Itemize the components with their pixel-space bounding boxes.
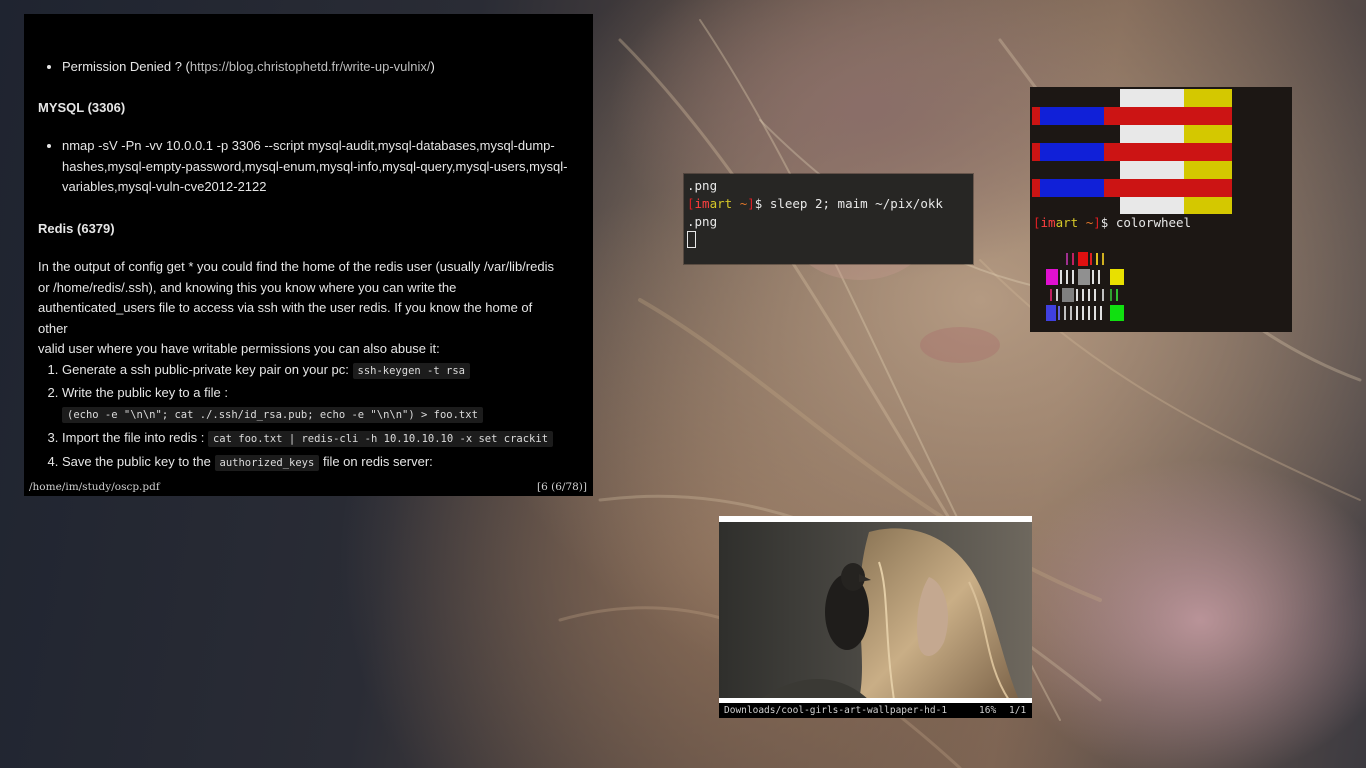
- terminal-window-2[interactable]: [imart ~]$ colorwheel: [1030, 87, 1292, 332]
- prompt-dir: ~: [732, 196, 748, 211]
- step-2-code: (echo -e "\n\n"; cat ./.ssh/id_rsa.pub; …: [62, 407, 483, 423]
- permission-text: Permission Denied ? (: [62, 59, 190, 74]
- step-4-code: authorized_keys: [214, 455, 320, 471]
- mysql-line-2: hashes,mysql-empty-password,mysql-enum,m…: [62, 158, 568, 174]
- step-1-text: Generate a ssh public-private key pair o…: [62, 362, 349, 377]
- file-name: Downloads/cool-girls-art-wallpaper-hd-1: [724, 705, 948, 716]
- command-text: $ sleep 2; maim ~/pix/okk: [754, 196, 943, 211]
- list-item: Save the public key to the authorized_ke…: [62, 451, 582, 474]
- prompt-user: im: [694, 196, 710, 211]
- pdf-viewer-window[interactable]: Permission Denied ? (https://blog.christ…: [24, 14, 593, 496]
- wallpaper-image: [719, 522, 1032, 700]
- paren-close: ): [430, 59, 435, 74]
- step-4-after: file on redis server:: [322, 454, 433, 469]
- output-line: .png: [687, 214, 718, 229]
- permission-list: Permission Denied ? (https://blog.christ…: [38, 57, 435, 78]
- redis-heading: Redis (6379): [38, 221, 115, 236]
- list-item: Write the public key to a file : (echo -…: [62, 382, 582, 426]
- prompt-bracket: [: [1033, 215, 1041, 230]
- command-text: $ colorwheel: [1100, 215, 1192, 230]
- image-viewer-window[interactable]: Downloads/cool-girls-art-wallpaper-hd-1 …: [719, 516, 1032, 718]
- shell-prompt: [imart ~]$ colorwheel: [1033, 215, 1191, 230]
- terminal-window-1[interactable]: .png [imart ~]$ sleep 2; maim ~/pix/okk …: [684, 174, 973, 264]
- redis-line-2: or /home/redis/.ssh), and knowing this y…: [38, 279, 457, 295]
- permission-link[interactable]: https://blog.christophetd.fr/write-up-vu…: [190, 59, 431, 74]
- page-indicator: [6 (6/78)]: [537, 481, 587, 493]
- mysql-line-3: variables,mysql-vuln-cve2012-2122: [62, 179, 267, 194]
- page-indicator: 1/1: [1009, 705, 1027, 716]
- step-3-text: Import the file into redis :: [62, 430, 205, 445]
- redis-line-4: valid user where you have writable permi…: [38, 341, 440, 356]
- text-cursor[interactable]: [687, 231, 696, 248]
- prompt-bracket: ]: [1093, 215, 1101, 230]
- list-item: nmap -sV -Pn -vv 10.0.0.1 -p 3306 --scri…: [62, 136, 567, 198]
- output-line: .png: [687, 178, 718, 193]
- redis-paragraph: In the output of config get * you could …: [38, 257, 558, 360]
- step-3-code: cat foo.txt | redis-cli -h 10.10.10.10 -…: [207, 431, 554, 447]
- mysql-line-1: nmap -sV -Pn -vv 10.0.0.1 -p 3306 --scri…: [62, 138, 555, 153]
- terminal-output: .png [imart ~]$ sleep 2; maim ~/pix/okk …: [687, 177, 943, 250]
- step-4-text: Save the public key to the: [62, 454, 211, 469]
- shell-prompt: [imart ~]: [687, 196, 755, 211]
- image-viewer-statusbar: Downloads/cool-girls-art-wallpaper-hd-1 …: [719, 703, 1032, 718]
- pdf-statusbar: /home/im/study/oscp.pdf [6 (6/78)]: [24, 480, 593, 496]
- colorwheel-output: [1046, 252, 1124, 321]
- step-1-code: ssh-keygen -t rsa: [352, 363, 470, 379]
- prompt-bracket: [: [687, 196, 695, 211]
- file-path: /home/im/study/oscp.pdf: [29, 481, 160, 493]
- redis-line-3: authenticated_users file to access via s…: [38, 300, 533, 336]
- redis-line-1: In the output of config get * you could …: [38, 259, 554, 274]
- list-item: Generate a ssh public-private key pair o…: [62, 359, 582, 382]
- list-item: Import the file into redis : cat foo.txt…: [62, 426, 582, 451]
- prompt-user: im: [1040, 215, 1056, 230]
- zoom-level: 16%: [979, 705, 997, 716]
- prompt-host: art: [1055, 215, 1079, 230]
- mysql-heading: MYSQL (3306): [38, 100, 126, 115]
- list-item: Permission Denied ? (https://blog.christ…: [62, 57, 435, 78]
- redis-steps: Generate a ssh public-private key pair o…: [38, 359, 582, 474]
- prompt-host: art: [709, 196, 733, 211]
- step-2-text: Write the public key to a file :: [62, 385, 228, 400]
- prompt-bracket: ]: [747, 196, 755, 211]
- prompt-dir: ~: [1078, 215, 1094, 230]
- color-bars-output: [1032, 89, 1232, 214]
- mysql-list: nmap -sV -Pn -vv 10.0.0.1 -p 3306 --scri…: [38, 136, 567, 198]
